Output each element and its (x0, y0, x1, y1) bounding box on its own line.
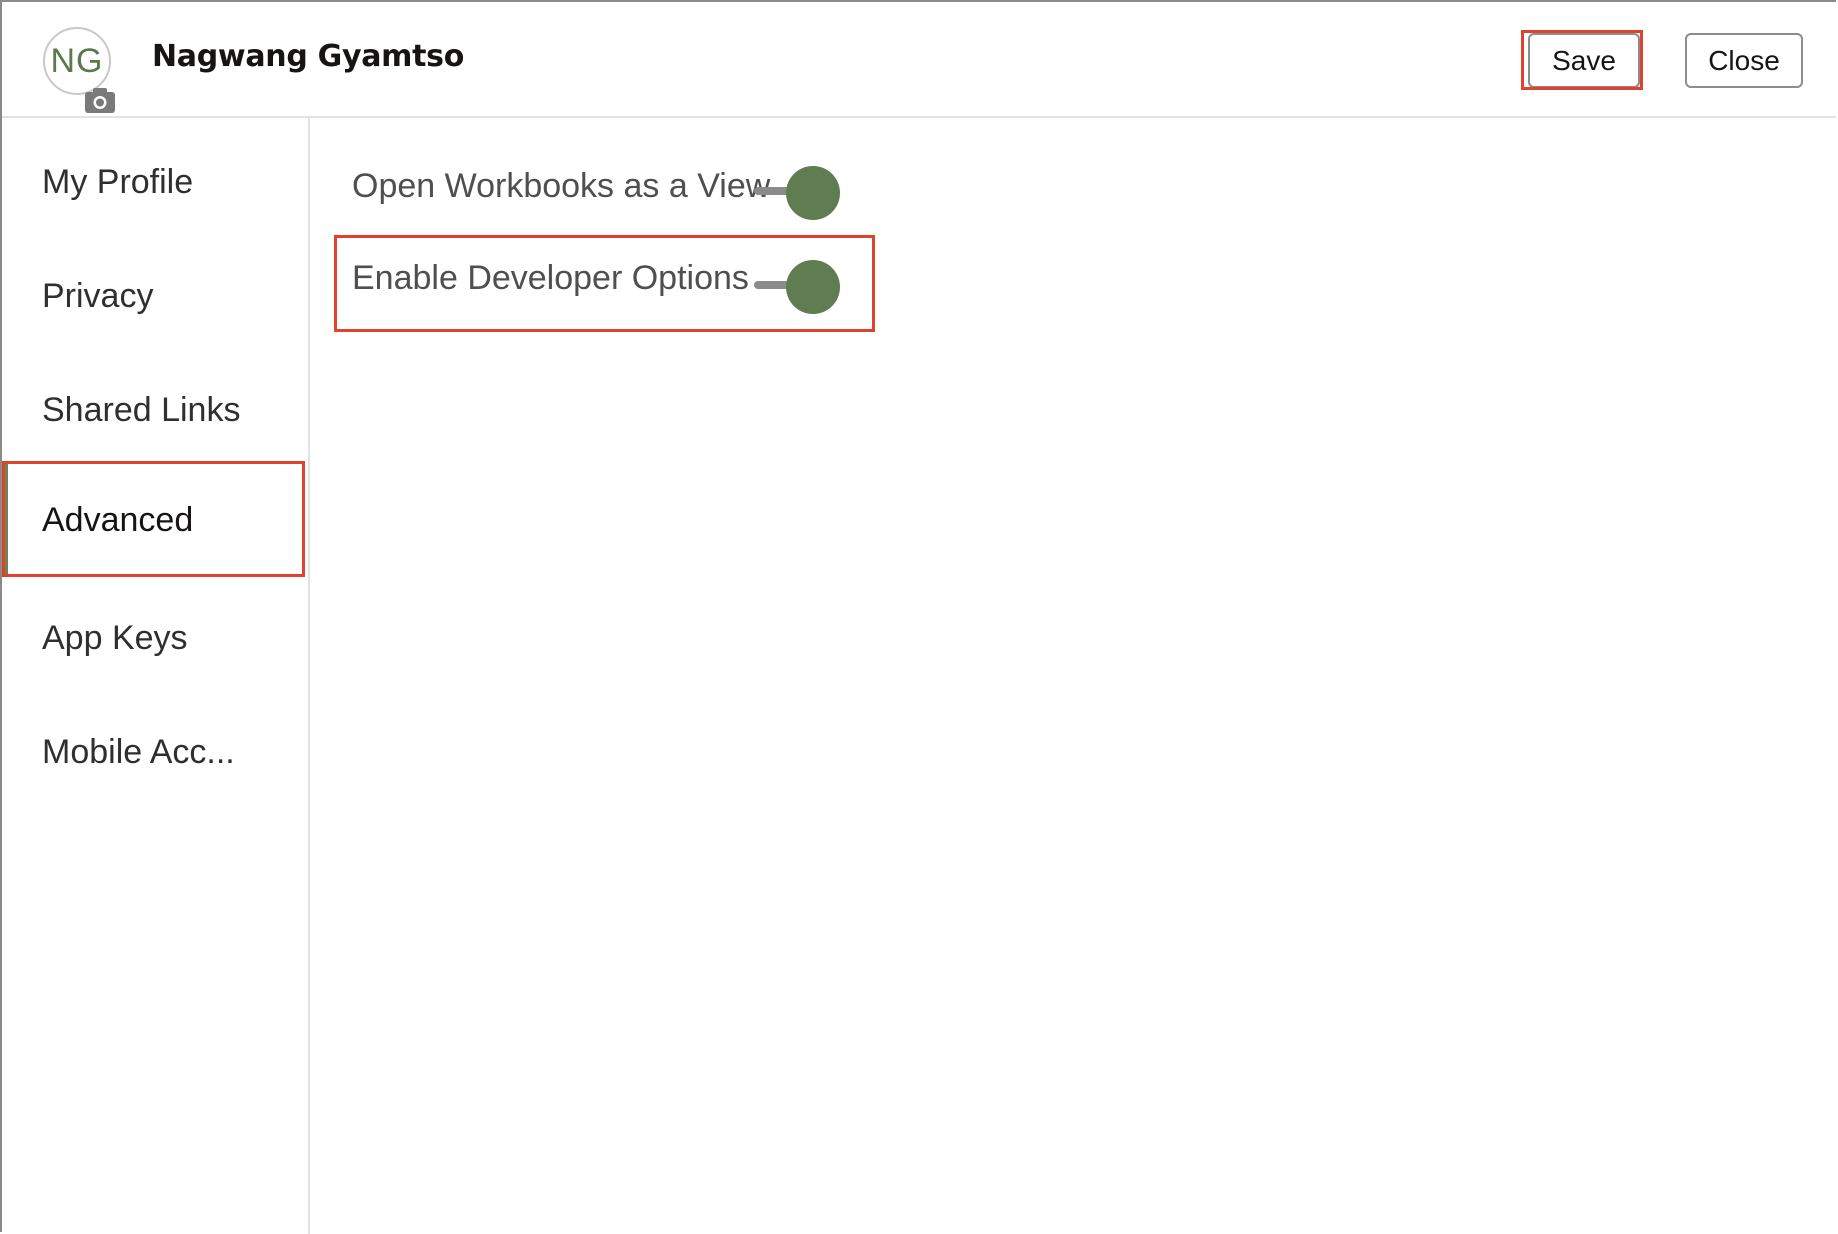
sidebar-item-label: My Profile (42, 162, 194, 201)
save-button[interactable]: Save (1528, 33, 1640, 88)
sidebar-item-label: Advanced (42, 500, 194, 539)
sidebar-item-privacy[interactable]: Privacy (2, 240, 306, 352)
toggle-thumb (786, 166, 840, 220)
sidebar-item-mobile-access[interactable]: Mobile Acc... (2, 696, 306, 808)
sidebar-nav: My Profile Privacy Shared Links Advanced… (2, 118, 310, 1234)
profile-dialog: NG Nagwang Gyamtso Save Close My Profile… (0, 0, 1836, 1234)
sidebar-item-label: Shared Links (42, 390, 241, 429)
toggle-thumb (786, 260, 840, 314)
dialog-header: NG Nagwang Gyamtso Save Close (2, 2, 1836, 118)
sidebar-item-app-keys[interactable]: App Keys (2, 582, 306, 694)
option-enable-developer-options: Enable Developer Options (352, 246, 749, 310)
developer-options-toggle[interactable] (754, 254, 840, 318)
open-workbooks-toggle[interactable] (754, 160, 840, 224)
camera-icon[interactable] (84, 86, 116, 114)
option-open-workbooks-as-view: Open Workbooks as a View (352, 154, 770, 218)
sidebar-item-label: Mobile Acc... (42, 732, 235, 771)
sidebar-item-my-profile[interactable]: My Profile (2, 126, 306, 238)
avatar-initials: NG (50, 41, 104, 80)
sidebar-item-label: App Keys (42, 618, 188, 657)
close-button[interactable]: Close (1685, 33, 1803, 88)
sidebar-item-advanced[interactable]: Advanced (2, 464, 306, 576)
avatar[interactable]: NG (43, 27, 111, 95)
sidebar-item-label: Privacy (42, 276, 154, 315)
sidebar-item-shared-links[interactable]: Shared Links (2, 354, 306, 466)
option-label: Open Workbooks as a View (352, 166, 771, 205)
user-name: Nagwang Gyamtso (152, 39, 465, 74)
option-label: Enable Developer Options (352, 258, 749, 297)
active-indicator (2, 464, 8, 576)
